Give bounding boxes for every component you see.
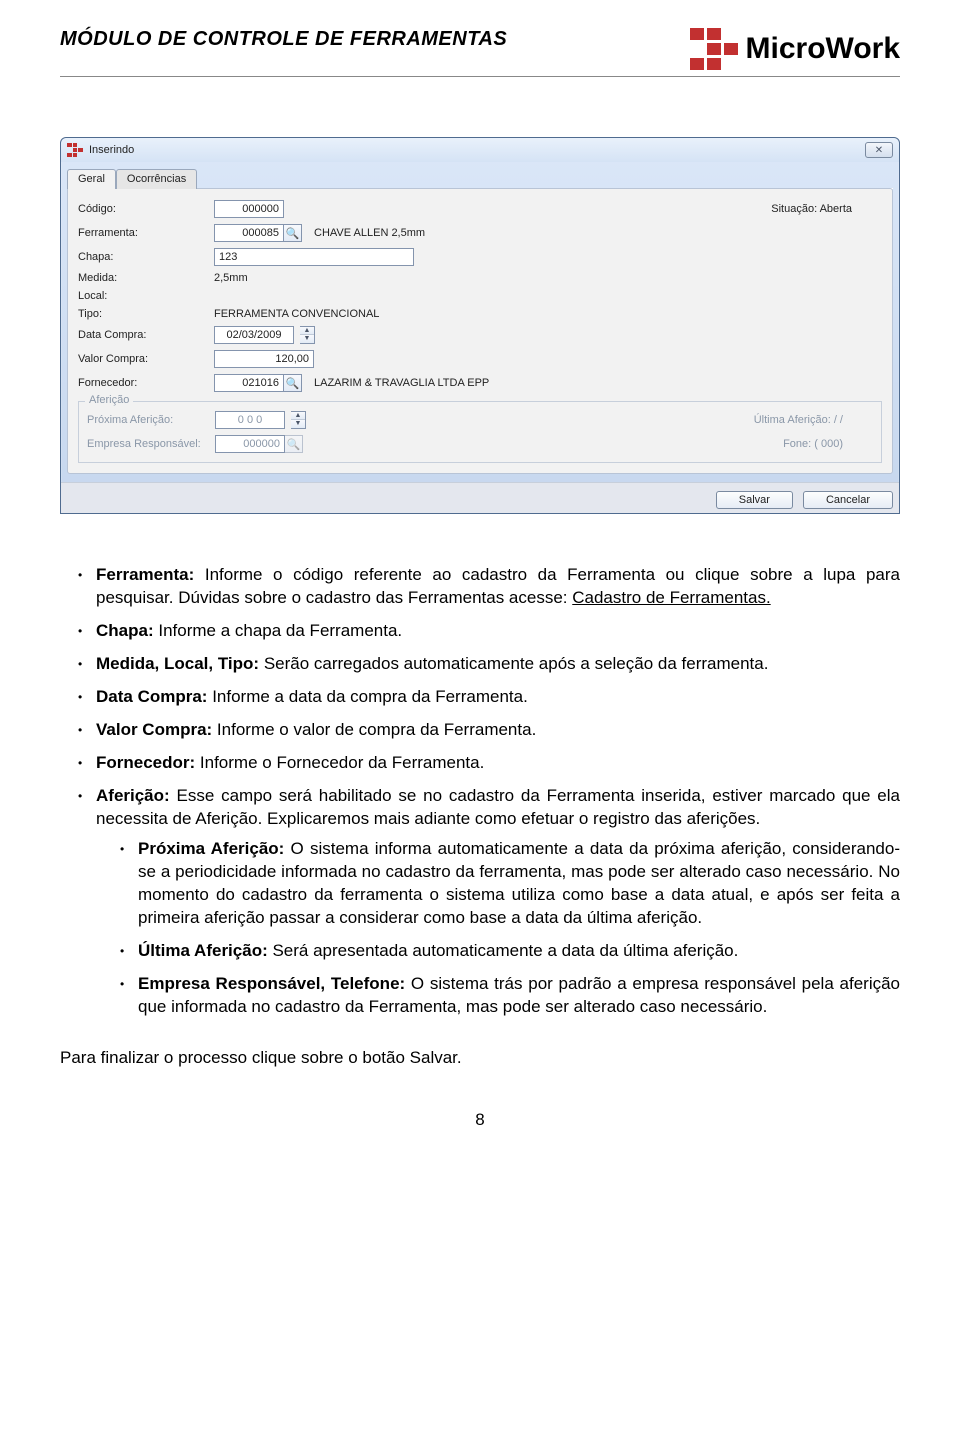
instruction-item: Fornecedor: Informe o Fornecedor da Ferr… — [78, 752, 900, 775]
document-header: MÓDULO DE CONTROLE DE FERRAMENTAS MicroW… — [60, 0, 900, 77]
search-icon: 🔍 — [287, 438, 301, 451]
instruction-body: Serão carregados automaticamente após a … — [259, 654, 768, 673]
instruction-body: Informe a chapa da Ferramenta. — [154, 621, 403, 640]
instruction-head: Aferição: — [96, 786, 170, 805]
instruction-body: Informe o Fornecedor da Ferramenta. — [195, 753, 484, 772]
tab-ocorrencias-label: Ocorrências — [127, 173, 186, 185]
chevron-down-icon: ▼ — [291, 420, 305, 428]
fone-value: Fone: ( 000) — [783, 438, 873, 450]
app-logo-icon — [67, 143, 83, 157]
search-icon: 🔍 — [286, 377, 300, 390]
cancelar-button[interactable]: Cancelar — [803, 491, 893, 509]
search-icon: 🔍 — [286, 227, 300, 240]
instruction-head: Medida, Local, Tipo: — [96, 654, 259, 673]
fornecedor-description: LAZARIM & TRAVAGLIA LTDA EPP — [308, 377, 489, 389]
cancelar-label: Cancelar — [826, 494, 870, 506]
window-titlebar: Inserindo ✕ — [61, 138, 899, 162]
instruction-head: Última Aferição: — [138, 941, 268, 960]
salvar-button[interactable]: Salvar — [716, 491, 793, 509]
brand-logo-icon — [690, 28, 738, 70]
label-ferramenta: Ferramenta: — [78, 227, 208, 239]
chevron-down-icon: ▼ — [300, 335, 314, 343]
instruction-item: Ferramenta: Informe o código referente a… — [78, 564, 900, 610]
brand-name: MicroWork — [746, 32, 900, 66]
window-title: Inserindo — [89, 144, 134, 156]
afericao-legend: Aferição — [85, 394, 133, 406]
instruction-head: Ferramenta: — [96, 565, 194, 584]
instruction-item: Valor Compra: Informe o valor de compra … — [78, 719, 900, 742]
cadastro-ferramentas-link[interactable]: Cadastro de Ferramentas. — [572, 588, 770, 607]
instruction-body: Será apresentada automaticamente a data … — [268, 941, 739, 960]
label-chapa: Chapa: — [78, 251, 208, 263]
document-title: MÓDULO DE CONTROLE DE FERRAMENTAS — [60, 28, 507, 51]
instruction-body: Informe o valor de compra da Ferramenta. — [212, 720, 536, 739]
chevron-up-icon: ▲ — [300, 327, 314, 335]
label-proxima-afericao: Próxima Aferição: — [87, 414, 209, 426]
label-valor-compra: Valor Compra: — [78, 353, 208, 365]
label-data-compra: Data Compra: — [78, 329, 208, 341]
codigo-input[interactable]: 000000 — [214, 200, 284, 218]
instruction-head: Próxima Aferição: — [138, 839, 284, 858]
instruction-head: Data Compra: — [96, 687, 207, 706]
tab-ocorrencias[interactable]: Ocorrências — [116, 169, 197, 189]
instruction-item: Chapa: Informe a chapa da Ferramenta. — [78, 620, 900, 643]
fornecedor-lookup-button[interactable]: 🔍 — [284, 374, 302, 392]
tab-geral[interactable]: Geral — [67, 169, 116, 189]
empresa-responsavel-input[interactable]: 000000 — [215, 435, 285, 453]
instruction-head: Fornecedor: — [96, 753, 195, 772]
salvar-label: Salvar — [739, 494, 770, 506]
instruction-item: Aferição: Esse campo será habilitado se … — [78, 785, 900, 1019]
instruction-subitem: Próxima Aferição: O sistema informa auto… — [120, 838, 900, 930]
proxima-afericao-spinner[interactable]: ▲▼ — [291, 411, 306, 429]
label-codigo: Código: — [78, 203, 208, 215]
final-instruction: Para finalizar o processo clique sobre o… — [60, 1047, 900, 1070]
close-icon: ✕ — [875, 145, 883, 156]
data-compra-input[interactable]: 02/03/2009 — [214, 326, 294, 344]
tab-panel-geral: Código: 000000 Situação: Aberta Ferramen… — [67, 188, 893, 474]
valor-compra-input[interactable]: 120,00 — [214, 350, 314, 368]
situacao-value: Situação: Aberta — [771, 203, 882, 215]
label-fornecedor: Fornecedor: — [78, 377, 208, 389]
medida-value: 2,5mm — [214, 272, 248, 284]
brand: MicroWork — [690, 28, 900, 70]
data-compra-spinner[interactable]: ▲▼ — [300, 326, 315, 344]
ferramenta-code-input[interactable]: 000085 — [214, 224, 284, 242]
ferramenta-description: CHAVE ALLEN 2,5mm — [308, 227, 425, 239]
ultima-afericao-value: Última Aferição: / / — [754, 414, 873, 426]
chapa-input[interactable]: 123 — [214, 248, 414, 266]
instructions: Ferramenta: Informe o código referente a… — [60, 564, 900, 1070]
label-tipo: Tipo: — [78, 308, 208, 320]
label-medida: Medida: — [78, 272, 208, 284]
label-local: Local: — [78, 290, 208, 302]
instruction-item: Medida, Local, Tipo: Serão carregados au… — [78, 653, 900, 676]
app-window: Inserindo ✕ Geral Ocorrências Código: 00… — [60, 137, 900, 514]
empresa-responsavel-lookup-button[interactable]: 🔍 — [285, 435, 303, 453]
instruction-item: Data Compra: Informe a data da compra da… — [78, 686, 900, 709]
close-button[interactable]: ✕ — [865, 142, 893, 158]
instruction-head: Empresa Responsável, Telefone: — [138, 974, 405, 993]
instruction-head: Chapa: — [96, 621, 154, 640]
instruction-body: Informe a data da compra da Ferramenta. — [207, 687, 527, 706]
ferramenta-lookup-button[interactable]: 🔍 — [284, 224, 302, 242]
button-bar: Salvar Cancelar — [61, 482, 899, 513]
instruction-subitem: Empresa Responsável, Telefone: O sistema… — [120, 973, 900, 1019]
fornecedor-code-input[interactable]: 021016 — [214, 374, 284, 392]
label-empresa-responsavel: Empresa Responsável: — [87, 438, 209, 450]
instruction-body: Informe o código referente ao cadastro d… — [96, 565, 900, 607]
page-number: 8 — [60, 1110, 900, 1130]
instruction-head: Valor Compra: — [96, 720, 212, 739]
tipo-value: FERRAMENTA CONVENCIONAL — [214, 308, 379, 320]
tabstrip: Geral Ocorrências — [67, 168, 893, 189]
afericao-fieldset: Aferição Próxima Aferição: 0 0 0 ▲▼ Últi… — [78, 401, 882, 463]
chevron-up-icon: ▲ — [291, 412, 305, 420]
instruction-subitem: Última Aferição: Será apresentada automa… — [120, 940, 900, 963]
proxima-afericao-input[interactable]: 0 0 0 — [215, 411, 285, 429]
tab-geral-label: Geral — [78, 173, 105, 185]
instruction-body: Esse campo será habilitado se no cadastr… — [96, 786, 900, 828]
